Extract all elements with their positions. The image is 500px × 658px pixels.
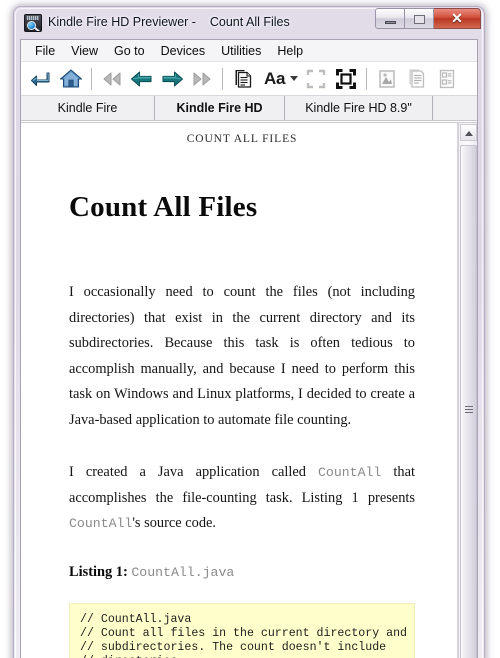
kindle-previewer-icon [24, 14, 42, 32]
vertical-scrollbar[interactable] [458, 123, 477, 658]
close-button[interactable]: ✕ [434, 8, 481, 29]
font-size-button[interactable]: Aa [258, 65, 301, 93]
scroll-up-button[interactable] [460, 124, 477, 141]
scroll-thumb-grip-icon [465, 406, 473, 414]
previous-page-button[interactable] [127, 65, 157, 93]
page-title: Count All Files [69, 191, 258, 223]
chevron-down-icon [290, 76, 299, 81]
tab-kindle-fire[interactable]: Kindle Fire [21, 96, 155, 120]
icon-screen-detail [27, 16, 39, 20]
menu-help[interactable]: Help [269, 42, 311, 60]
image-view-button[interactable] [372, 65, 402, 93]
paragraph-1: I occasionally need to count the files (… [69, 284, 415, 428]
maximize-icon [414, 15, 425, 24]
portrait-view-icon [306, 69, 326, 88]
listing-filename: CountAll.java [131, 564, 235, 580]
minimize-icon [385, 21, 396, 24]
listing-caption: Listing 1: CountAll.java [69, 564, 415, 581]
landscape-view-button[interactable] [331, 65, 361, 93]
last-page-button[interactable] [187, 65, 217, 93]
inline-code-countall-1: CountAll [318, 465, 382, 480]
title-bar[interactable]: Kindle Fire HD Previewer - Count All Fil… [14, 7, 484, 37]
menu-utilities[interactable]: Utilities [213, 42, 269, 60]
window-controls: ✕ [375, 8, 481, 29]
menu-file[interactable]: File [27, 42, 63, 60]
home-button[interactable] [56, 65, 86, 93]
layout-view-icon [439, 69, 455, 88]
tab-bar-filler [433, 96, 477, 120]
next-page-button[interactable] [157, 65, 187, 93]
tab-kindle-fire-hd-89[interactable]: Kindle Fire HD 8.9" [285, 96, 433, 120]
toolbar-separator-3 [366, 67, 368, 90]
scroll-thumb[interactable] [460, 145, 477, 658]
font-size-label: Aa [264, 68, 286, 88]
text-view-icon [409, 69, 425, 88]
paragraph-2-part-1: I created a Java application called [69, 464, 319, 480]
device-tab-bar: Kindle Fire Kindle Fire HD Kindle Fire H… [21, 96, 477, 121]
menu-goto[interactable]: Go to [106, 42, 153, 60]
text-view-button[interactable] [402, 65, 432, 93]
document-page: COUNT ALL FILES Count All Files I occasi… [21, 123, 458, 658]
first-page-button[interactable] [97, 65, 127, 93]
portrait-view-button[interactable] [301, 65, 331, 93]
running-head: COUNT ALL FILES [186, 133, 298, 145]
menu-view[interactable]: View [63, 42, 106, 60]
scroll-up-arrow-icon [465, 131, 473, 136]
application-window: Kindle Fire HD Previewer - Count All Fil… [13, 6, 485, 658]
client-area: File View Go to Devices Utilities Help A… [20, 39, 478, 658]
reload-button[interactable] [26, 65, 56, 93]
home-icon [59, 69, 83, 88]
maximize-button[interactable] [405, 8, 434, 29]
first-page-icon [103, 72, 121, 85]
paragraph-2: I created a Java application called Coun… [69, 460, 415, 537]
document-viewport: COUNT ALL FILES Count All Files I occasi… [21, 122, 477, 658]
tab-kindle-fire-hd[interactable]: Kindle Fire HD [155, 96, 285, 120]
inline-code-countall-2: CountAll [69, 516, 133, 531]
image-view-icon [379, 69, 395, 88]
toolbar: Aa [21, 62, 477, 96]
menu-bar: File View Go to Devices Utilities Help [21, 40, 477, 62]
last-page-icon [193, 72, 211, 85]
toolbar-separator-2 [222, 67, 223, 90]
layout-view-button[interactable] [432, 65, 462, 93]
toolbar-separator-1 [91, 67, 92, 90]
listing-label: Listing 1: [69, 563, 128, 580]
close-icon: ✕ [451, 10, 463, 26]
reload-icon [31, 72, 50, 86]
menu-devices[interactable]: Devices [153, 42, 213, 60]
pages-icon [235, 69, 252, 88]
minimize-button[interactable] [375, 8, 405, 29]
code-block: // CountAll.java // Count all files in t… [69, 602, 415, 658]
pages-button[interactable] [228, 65, 258, 93]
window-title: Kindle Fire HD Previewer - Count All Fil… [48, 15, 290, 29]
previous-page-icon [131, 71, 152, 86]
next-page-icon [162, 71, 183, 86]
landscape-view-icon [336, 68, 357, 89]
magnifier-handle-detail [34, 27, 41, 31]
paragraph-2-part-3: 's source code. [132, 515, 217, 531]
screenshot-root: Kindle Fire HD Previewer - Count All Fil… [0, 0, 500, 658]
